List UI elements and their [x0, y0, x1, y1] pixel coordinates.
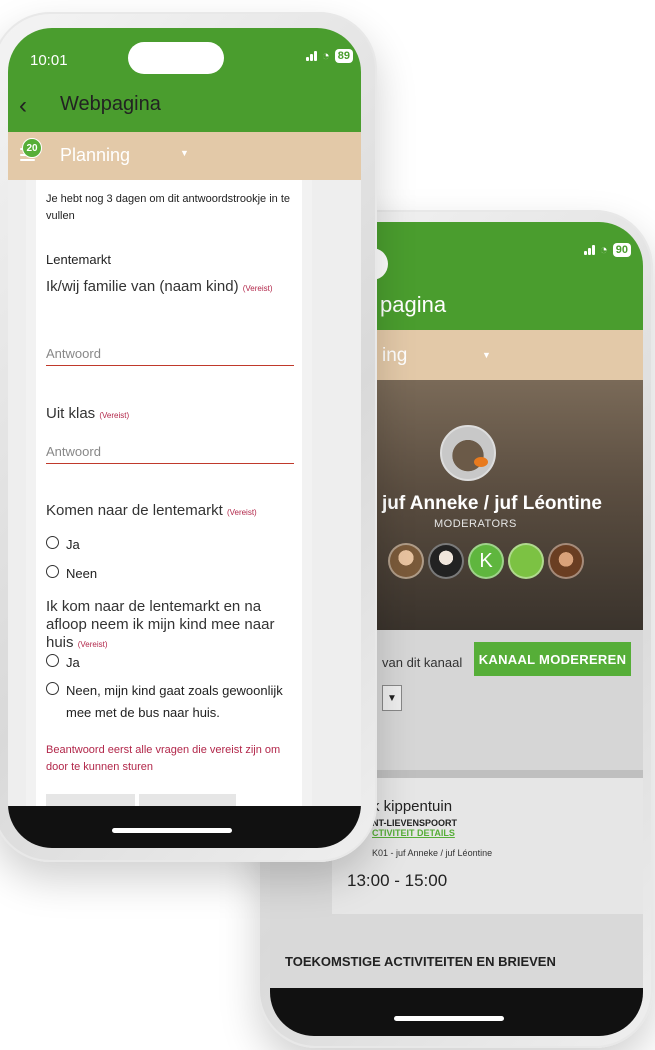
- front-header: 10:01 ◔ 89 ‹ Webpagina: [8, 28, 361, 132]
- moderate-channel-button[interactable]: KANAAL MODEREREN: [474, 642, 631, 676]
- avatar[interactable]: [548, 543, 584, 579]
- activity-group: K01 - juf Anneke / juf Léontine: [372, 848, 493, 858]
- class-input[interactable]: [46, 438, 294, 464]
- radio-button[interactable]: [46, 565, 59, 578]
- status-time: 10:01: [30, 52, 68, 69]
- activity-details-link[interactable]: CTIVITEIT DETAILS: [372, 828, 455, 838]
- radio-label: Neen, mijn kind gaat zoals gewoonlijk me…: [66, 683, 283, 720]
- back-page-title: pagina: [380, 292, 447, 317]
- front-phone-screen: 10:01 ◔ 89 ‹ Webpagina 20 Planning ▼ Je …: [8, 28, 361, 848]
- battery-icon: 89: [334, 48, 353, 63]
- question-label: Ik/wij familie van (naam kind): [46, 278, 239, 295]
- question-child-name: Ik/wij familie van (naam kind) (Vereist): [46, 278, 296, 298]
- radio-option-no[interactable]: Neen: [46, 563, 296, 585]
- radio-option-bus[interactable]: Neen, mijn kind gaat zoals gewoonlijk me…: [46, 680, 296, 724]
- radio-label: Neen: [66, 566, 98, 581]
- required-warning: Beantwoord eerst alle vragen die vereist…: [46, 744, 281, 773]
- moderation-text: van dit kanaal: [382, 655, 463, 670]
- avatar[interactable]: [428, 543, 464, 579]
- radio-button[interactable]: [46, 682, 59, 695]
- required-tag: (Vereist): [242, 284, 273, 293]
- activity-title: k kippentuin: [372, 798, 453, 815]
- back-status-icons: ◔ 90: [583, 242, 631, 257]
- wifi-icon: ◔: [321, 48, 330, 63]
- channel-name: juf Anneke / juf Léontine: [382, 493, 602, 514]
- planning-bar[interactable]: 20 Planning ▼: [8, 132, 361, 180]
- channel-select[interactable]: ▼: [382, 685, 402, 711]
- planning-label: Planning: [60, 145, 131, 165]
- signal-icon: [583, 244, 595, 255]
- child-name-input[interactable]: [46, 340, 294, 366]
- chevron-down-icon: ▼: [180, 148, 189, 158]
- avatar[interactable]: K: [468, 543, 504, 579]
- required-tag: (Vereist): [99, 411, 130, 420]
- form-heading: Lentemarkt: [46, 252, 112, 267]
- response-form: Je hebt nog 3 dagen om dit antwoordstroo…: [36, 180, 302, 848]
- radio-option-yes[interactable]: Ja: [46, 534, 296, 556]
- avatar[interactable]: [508, 543, 544, 579]
- home-indicator[interactable]: [112, 828, 232, 833]
- home-indicator-bar: [270, 988, 643, 1036]
- required-tag: (Vereist): [226, 508, 257, 517]
- activity-time: 13:00 - 15:00: [347, 871, 448, 890]
- right-gutter: [302, 180, 312, 848]
- front-status-icons: ◔ 89: [305, 48, 353, 63]
- left-gutter: [26, 180, 36, 848]
- question-take-child-home: Ik kom naar de lentemarkt en na afloop n…: [46, 598, 296, 654]
- radio-option-yes[interactable]: Ja: [46, 652, 296, 674]
- question-label: Komen naar de lentemarkt: [46, 502, 223, 519]
- question-class: Uit klas (Vereist): [46, 405, 296, 425]
- chevron-down-icon: ▼: [482, 350, 491, 360]
- question-label: Uit klas: [46, 405, 96, 422]
- question-attend-market: Komen naar de lentemarkt (Vereist): [46, 502, 296, 522]
- future-section-title: TOEKOMSTIGE ACTIVITEITEN EN BRIEVEN: [285, 954, 556, 969]
- dynamic-island: [128, 42, 224, 74]
- moderator-avatars: K: [388, 543, 584, 579]
- radio-button[interactable]: [46, 654, 59, 667]
- radio-label: Ja: [66, 537, 80, 552]
- notification-badge: 20: [22, 138, 42, 158]
- moderators-label: MODERATORS: [434, 518, 517, 530]
- radio-button[interactable]: [46, 536, 59, 549]
- front-phone: 10:01 ◔ 89 ‹ Webpagina 20 Planning ▼ Je …: [0, 12, 377, 862]
- home-indicator-bar: [8, 806, 361, 848]
- radio-label: Ja: [66, 655, 80, 670]
- signal-icon: [305, 50, 317, 61]
- activity-card[interactable]: k kippentuin NT-LIEVENSPOORT CTIVITEIT D…: [332, 778, 643, 914]
- avatar[interactable]: [388, 543, 424, 579]
- back-arrow-icon[interactable]: ‹: [19, 92, 27, 120]
- back-planning-label: ing: [382, 345, 408, 366]
- battery-icon: 90: [612, 242, 631, 257]
- home-indicator[interactable]: [394, 1016, 504, 1021]
- channel-logo: [440, 425, 496, 481]
- page-title: Webpagina: [60, 93, 161, 115]
- wifi-icon: ◔: [599, 242, 608, 257]
- required-tag: (Vereist): [77, 640, 108, 649]
- deadline-notice: Je hebt nog 3 dagen om dit antwoordstroo…: [46, 193, 290, 222]
- activity-location: NT-LIEVENSPOORT: [372, 818, 458, 828]
